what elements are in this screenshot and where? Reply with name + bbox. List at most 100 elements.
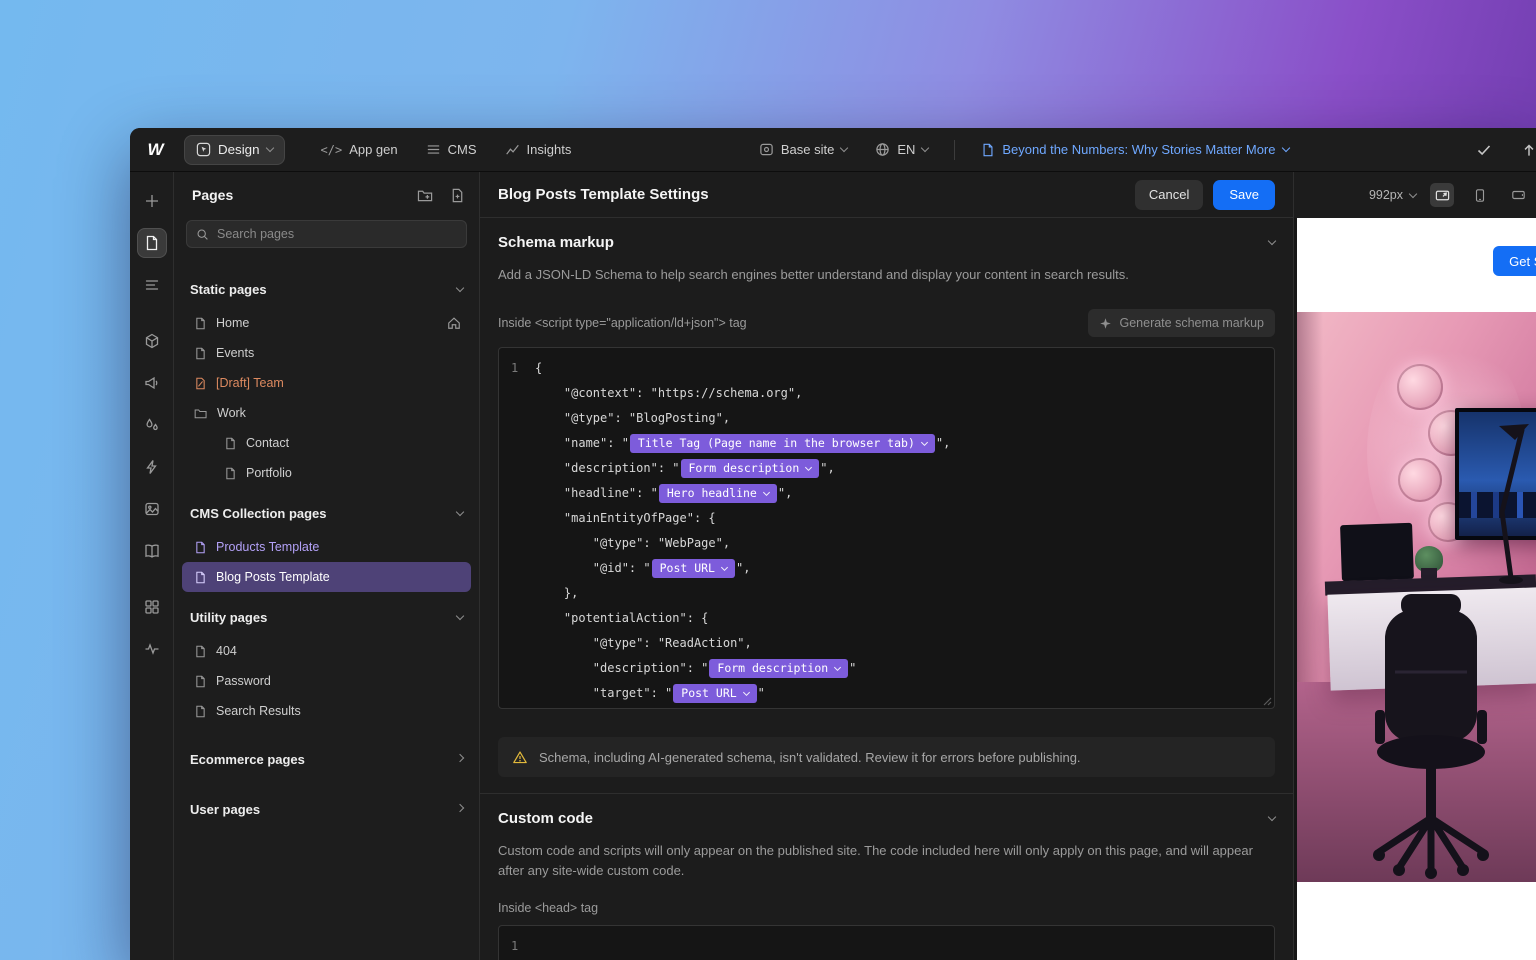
topbar-divider [954,140,955,160]
new-folder-icon[interactable] [417,188,434,203]
page-icon [981,143,995,157]
chevron-down-icon [840,144,848,152]
home-icon [447,316,461,330]
get-started-button[interactable]: Get St [1493,246,1536,276]
canvas: Get St [1294,218,1536,960]
schema-field-pill[interactable]: Hero headline [659,484,777,503]
current-page-selector[interactable]: Beyond the Numbers: Why Stories Matter M… [981,142,1288,157]
search-icon [196,228,209,241]
line-number-gutter: 1 [499,926,529,960]
schema-code-editor[interactable]: 1 { "@context": "https://schema.org", "@… [498,347,1275,709]
section-user-pages[interactable]: User pages [174,790,479,828]
section-static-pages[interactable]: Static pages [174,270,479,308]
section-ecommerce-pages[interactable]: Ecommerce pages [174,740,479,778]
warning-icon [512,750,528,765]
app-gen-tab[interactable]: </> App gen [321,142,398,157]
components-icon[interactable] [137,326,167,356]
page-item-404[interactable]: 404 [182,636,471,666]
saved-check-icon [1476,142,1492,158]
chevron-down-icon [743,689,750,696]
cancel-button[interactable]: Cancel [1135,180,1203,210]
folder-item-work[interactable]: Work [182,398,471,428]
chevron-down-icon [805,464,812,471]
schema-field-pill[interactable]: Post URL [673,684,756,703]
chevron-down-icon [1268,813,1276,821]
schema-markup-section-header[interactable]: Schema markup [498,234,1275,251]
webflow-logo-icon[interactable]: W [142,140,168,160]
page-item-events[interactable]: Events [182,338,471,368]
design-mode-button[interactable]: Design [184,135,285,165]
schema-code-lines: { "@context": "https://schema.org", "@ty… [529,348,1274,708]
schema-field-pill[interactable]: Title Tag (Page name in the browser tab) [630,434,935,453]
page-item-draft-team[interactable]: [Draft] Team [182,368,471,398]
chevron-right-icon [456,753,464,761]
assets-icon[interactable] [137,494,167,524]
page-item-home[interactable]: Home [182,308,471,338]
custom-code-description: Custom code and scripts will only appear… [498,841,1275,881]
schema-field-pill[interactable]: Post URL [652,559,735,578]
pages-panel-title: Pages [192,187,401,203]
line-number-gutter: 1 [499,348,529,708]
breakpoint-tablet-icon[interactable] [1468,183,1492,207]
site-icon [759,142,774,157]
page-item-search-results[interactable]: Search Results [182,696,471,726]
left-toolbar [130,172,174,960]
breakpoint-mobile-landscape-icon[interactable] [1506,183,1530,207]
page-item-portfolio[interactable]: Portfolio [182,458,471,488]
breakpoint-desktop-icon[interactable] [1430,183,1454,207]
chevron-down-icon [834,664,841,671]
chevron-down-icon [456,507,464,515]
breakpoint-width-selector[interactable]: 992px [1369,188,1416,202]
design-label: Design [218,142,260,157]
cms-tab[interactable]: CMS [426,142,477,157]
schema-field-pill[interactable]: Form description [681,459,820,478]
page-item-products-template[interactable]: Products Template [182,532,471,562]
page-item-blog-posts-template[interactable]: Blog Posts Template [182,562,471,592]
site-page-preview[interactable]: Get St [1297,218,1536,960]
schema-field-pill[interactable]: Form description [709,659,848,678]
section-cms-collection-pages[interactable]: CMS Collection pages [174,494,479,532]
navigator-icon[interactable] [137,270,167,300]
chevron-down-icon [265,144,273,152]
language-selector[interactable]: EN [875,142,928,157]
chevron-down-icon [763,489,770,496]
save-button[interactable]: Save [1213,180,1275,210]
audit-icon[interactable] [137,634,167,664]
page-item-contact[interactable]: Contact [182,428,471,458]
canvas-toolbar: 992px [1294,172,1536,218]
chevron-down-icon [1409,189,1417,197]
section-utility-pages[interactable]: Utility pages [174,598,479,636]
add-elements-icon[interactable] [137,186,167,216]
insights-tab[interactable]: Insights [505,142,572,157]
stack-icon [426,142,441,157]
chevron-down-icon [1281,144,1289,152]
pages-panel: Pages Static pages Home [174,172,480,960]
pages-panel-icon[interactable] [137,228,167,258]
new-page-icon[interactable] [450,188,465,203]
libraries-icon[interactable] [137,536,167,566]
globe-icon [875,142,890,157]
chevron-down-icon [721,564,728,571]
inside-script-tag-label: Inside <script type="application/ld+json… [498,316,747,330]
page-item-password[interactable]: Password [182,666,471,696]
generate-schema-button[interactable]: Generate schema markup [1088,309,1275,337]
hero-photo [1297,312,1536,882]
resize-grip-icon[interactable] [1263,697,1272,706]
chevron-down-icon [921,144,929,152]
chevron-down-icon [1268,237,1276,245]
search-pages-box[interactable] [186,220,467,248]
custom-code-section-header[interactable]: Custom code [498,810,1275,827]
chart-line-icon [505,142,520,157]
megaphone-icon[interactable] [137,368,167,398]
search-pages-input[interactable] [217,227,457,241]
logic-icon[interactable] [137,452,167,482]
variables-icon[interactable] [137,410,167,440]
custom-code-title: Custom code [498,810,593,827]
base-site-selector[interactable]: Base site [759,142,847,157]
template-settings-panel: Blog Posts Template Settings Cancel Save… [480,172,1294,960]
publish-icon[interactable] [1520,141,1536,159]
head-code-editor[interactable]: 1 [498,925,1275,960]
cursor-box-icon [196,142,211,157]
apps-icon[interactable] [137,592,167,622]
app-window: W Design </> App gen CMS Insights [130,128,1536,960]
